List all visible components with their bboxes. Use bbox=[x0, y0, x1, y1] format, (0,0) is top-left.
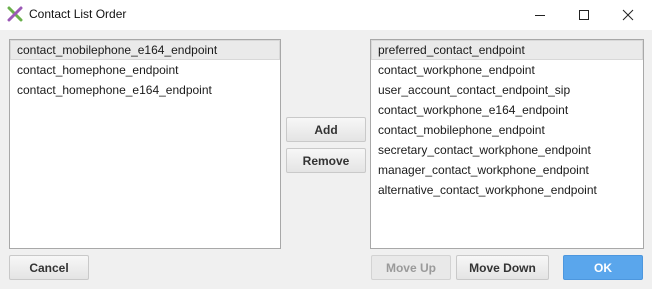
list-item[interactable]: contact_mobilephone_e164_endpoint bbox=[10, 40, 280, 60]
ok-button[interactable]: OK bbox=[563, 255, 643, 280]
list-item[interactable]: alternative_contact_workphone_endpoint bbox=[371, 180, 643, 200]
list-item[interactable]: secretary_contact_workphone_endpoint bbox=[371, 140, 643, 160]
window-title: Contact List Order bbox=[29, 7, 127, 21]
maximize-button[interactable] bbox=[562, 0, 606, 30]
maximize-icon bbox=[579, 10, 589, 20]
add-button[interactable]: Add bbox=[286, 117, 366, 142]
remove-button[interactable]: Remove bbox=[286, 148, 366, 173]
list-item[interactable]: contact_homephone_endpoint bbox=[10, 60, 280, 80]
list-item[interactable]: user_account_contact_endpoint_sip bbox=[371, 80, 643, 100]
ordered-endpoints-list[interactable]: preferred_contact_endpoint contact_workph… bbox=[370, 39, 644, 249]
move-down-button[interactable]: Move Down bbox=[456, 255, 549, 280]
minimize-icon bbox=[535, 15, 545, 16]
app-x-icon bbox=[7, 6, 23, 22]
list-item[interactable]: contact_workphone_e164_endpoint bbox=[371, 100, 643, 120]
list-item[interactable]: contact_mobilephone_endpoint bbox=[371, 120, 643, 140]
minimize-button[interactable] bbox=[518, 0, 562, 30]
close-button[interactable] bbox=[606, 0, 650, 30]
cancel-button[interactable]: Cancel bbox=[9, 255, 89, 280]
list-item[interactable]: contact_homephone_e164_endpoint bbox=[10, 80, 280, 100]
list-item[interactable]: manager_contact_workphone_endpoint bbox=[371, 160, 643, 180]
title-bar: Contact List Order bbox=[0, 0, 652, 30]
close-icon bbox=[622, 9, 634, 21]
list-item[interactable]: preferred_contact_endpoint bbox=[371, 40, 643, 60]
list-item[interactable]: contact_workphone_endpoint bbox=[371, 60, 643, 80]
move-up-button[interactable]: Move Up bbox=[371, 255, 451, 280]
available-endpoints-list[interactable]: contact_mobilephone_e164_endpoint contact… bbox=[9, 39, 281, 249]
